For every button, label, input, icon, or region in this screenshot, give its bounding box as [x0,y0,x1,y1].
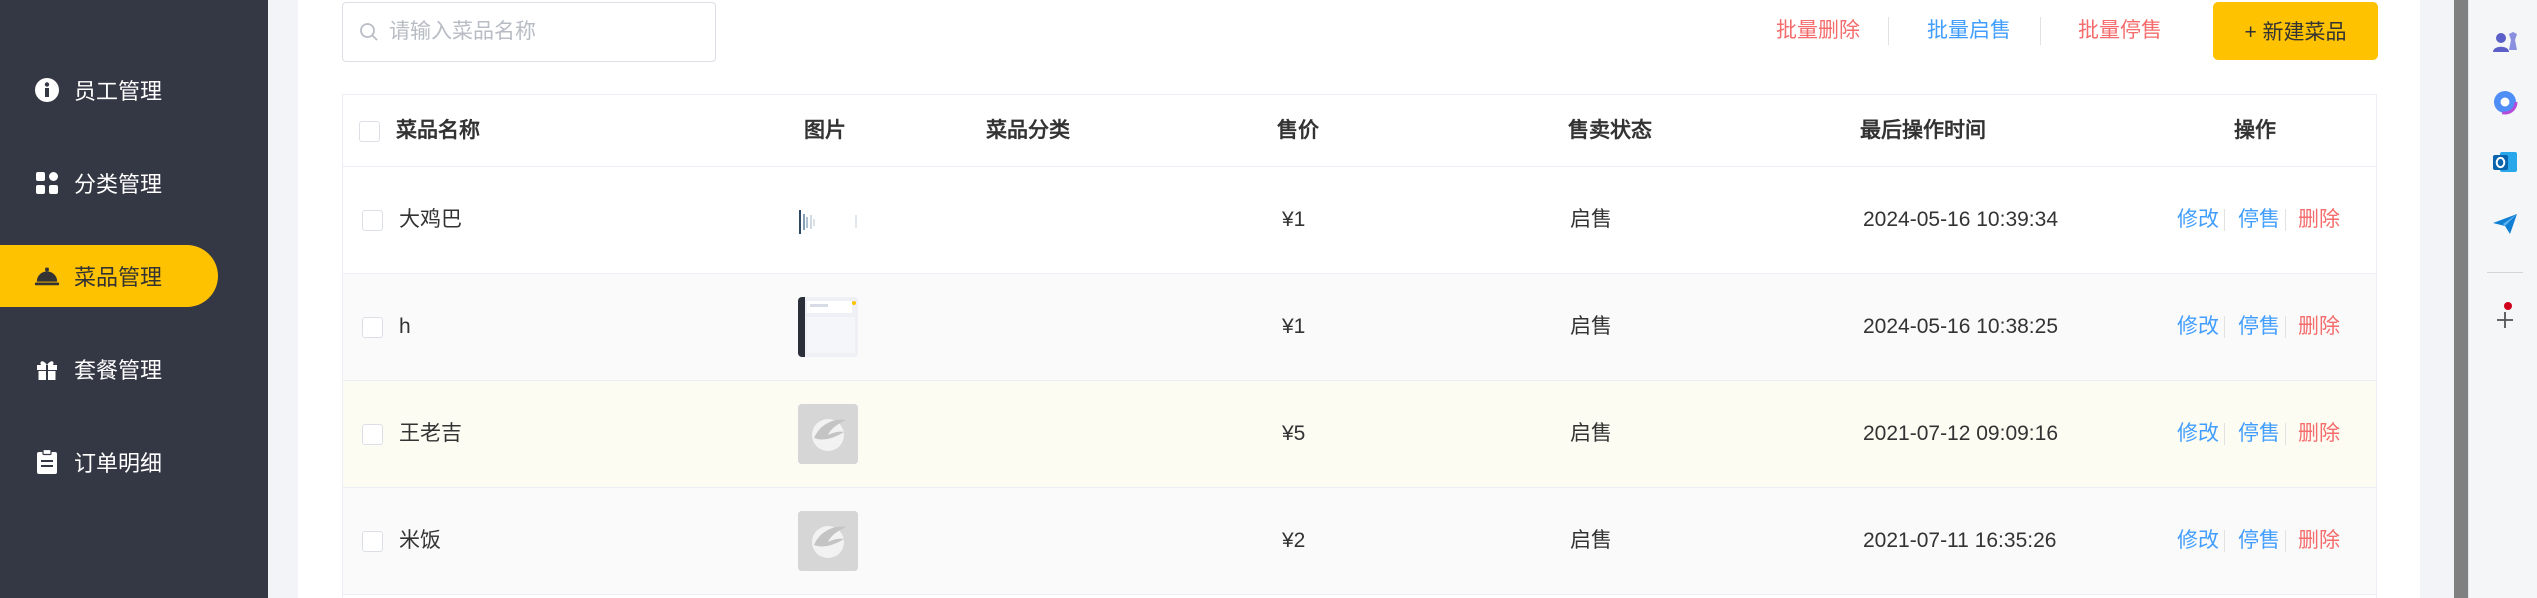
delete-button[interactable]: 删除 [2298,167,2340,273]
divider [2285,423,2286,445]
batch-delete-button[interactable]: 批量删除 [1776,14,1860,48]
clipboard-icon [34,449,60,475]
dish-name: 大鸡巴 [399,208,462,231]
dish-price: ¥5 [1282,422,1306,445]
row-checkbox[interactable] [362,210,383,231]
header-status: 售卖状态 [1568,119,1652,142]
header-updated: 最后操作时间 [1860,119,1986,142]
sidebar-item-label: 菜品管理 [74,265,163,290]
sidebar-item-label: 套餐管理 [74,358,163,383]
header-price: 售价 [1277,119,1319,142]
sidebar-item-setmeals[interactable]: 套餐管理 [0,338,218,400]
disable-button[interactable]: 停售 [2238,488,2280,594]
table-row[interactable]: 大鸡巴 ¥1 启售 2024-05-16 10:39:34 修改 停售 删除 [343,167,2376,274]
edit-button[interactable]: 修改 [2177,381,2219,487]
add-icon[interactable] [2491,306,2519,334]
disable-button[interactable]: 停售 [2238,381,2280,487]
send-icon[interactable] [2491,210,2519,238]
dish-image [798,404,858,464]
dish-price: ¥1 [1282,315,1306,338]
dish-price: ¥2 [1282,529,1306,552]
sidebar-item-dishes[interactable]: 菜品管理 [0,245,218,307]
row-checkbox[interactable] [362,424,383,445]
sidebar-item-label: 员工管理 [74,79,163,104]
dish-image [798,511,858,571]
delete-button[interactable]: 删除 [2298,274,2340,380]
divider [2224,316,2225,338]
divider [1888,17,1889,45]
dish-status: 启售 [1570,315,1612,338]
delete-button[interactable]: 删除 [2298,488,2340,594]
sidebar-item-label: 订单明细 [74,451,163,476]
dish-name: h [399,315,411,338]
sidebar-item-employees[interactable]: 员工管理 [0,59,218,121]
batch-disable-button[interactable]: 批量停售 [2078,14,2162,48]
divider [2487,272,2523,273]
dish-status: 启售 [1570,529,1612,552]
header-name: 菜品名称 [396,119,480,142]
divider [2285,209,2286,231]
edit-button[interactable]: 修改 [2177,274,2219,380]
select-all-checkbox[interactable] [359,121,380,142]
divider [2224,209,2225,231]
dish-price: ¥1 [1282,208,1306,231]
delete-button[interactable]: 删除 [2298,381,2340,487]
dish-image [798,297,858,357]
sidebar-item-label: 分类管理 [74,172,163,197]
dish-updated: 2021-07-12 09:09:16 [1863,422,2058,445]
dish-updated: 2021-07-11 16:35:26 [1863,529,2057,552]
browser-side-panel [2468,0,2537,598]
dish-name: 王老吉 [399,422,462,445]
edit-button[interactable]: 修改 [2177,167,2219,273]
dish-status: 启售 [1570,208,1612,231]
divider [2285,530,2286,552]
disable-button[interactable]: 停售 [2238,167,2280,273]
row-checkbox[interactable] [362,317,383,338]
scrollbar[interactable] [2454,0,2468,598]
dish-icon [34,263,60,289]
dish-table: 菜品名称 图片 菜品分类 售价 售卖状态 最后操作时间 操作 大鸡巴 ¥1 启售… [342,94,2377,598]
divider [2285,316,2286,338]
dish-status: 启售 [1570,422,1612,445]
edit-button[interactable]: 修改 [2177,488,2219,594]
header-category: 菜品分类 [986,119,1070,142]
user-chess-icon[interactable] [2491,28,2519,56]
table-row[interactable]: h ¥1 启售 2024-05-16 10:38:25 修改 停售 删除 [343,274,2376,381]
notification-dot [2504,302,2512,310]
divider [2224,423,2225,445]
outlook-icon[interactable] [2491,148,2519,176]
divider [2040,17,2041,45]
sidebar: 员工管理 分类管理 菜品管理 套餐管理 订单明细 [0,0,268,598]
table-header: 菜品名称 图片 菜品分类 售价 售卖状态 最后操作时间 操作 [343,95,2376,167]
new-dish-button[interactable]: + 新建菜品 [2213,2,2378,60]
header-actions: 操作 [2234,119,2276,142]
search-input[interactable] [389,20,689,44]
info-icon [34,77,60,103]
search-box[interactable] [342,2,716,62]
dish-updated: 2024-05-16 10:38:25 [1863,315,2058,338]
dish-name: 米饭 [399,529,441,552]
row-checkbox[interactable] [362,531,383,552]
dish-updated: 2024-05-16 10:39:34 [1863,208,2058,231]
table-row[interactable]: 王老吉 ¥5 启售 2021-07-12 09:09:16 修改 停售 删除 [343,381,2376,488]
grid-icon [34,170,60,196]
copilot-icon[interactable] [2491,88,2519,116]
disable-button[interactable]: 停售 [2238,274,2280,380]
batch-enable-button[interactable]: 批量启售 [1927,14,2011,48]
sidebar-item-orders[interactable]: 订单明细 [0,431,218,493]
gift-icon [34,356,60,382]
sidebar-item-categories[interactable]: 分类管理 [0,152,218,214]
table-row[interactable]: 米饭 ¥2 启售 2021-07-11 16:35:26 修改 停售 删除 [343,488,2376,595]
dish-image [798,190,858,250]
search-icon [359,22,379,42]
divider [2224,530,2225,552]
header-image: 图片 [804,119,846,142]
